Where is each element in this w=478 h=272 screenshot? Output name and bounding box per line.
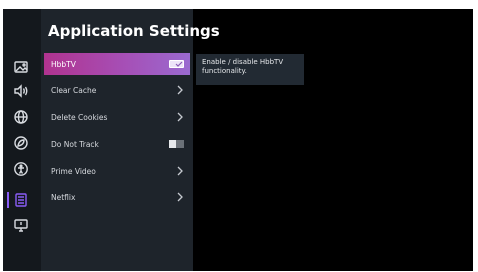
settings-panel: Application Settings HbbTV Clear Cache D… <box>41 9 220 271</box>
chevron-right-icon <box>177 166 183 176</box>
menu-item-label: Netflix <box>51 192 76 202</box>
menu-item-label: Delete Cookies <box>51 112 108 122</box>
menu-item-label: Prime Video <box>51 166 96 176</box>
menu-item-label: Do Not Track <box>51 139 99 149</box>
picture-icon[interactable] <box>12 58 30 76</box>
do-not-track-toggle[interactable] <box>169 140 184 148</box>
menu-item-prime-video[interactable]: Prime Video <box>44 160 190 182</box>
hbbtv-toggle[interactable] <box>169 60 184 68</box>
power-icon[interactable] <box>12 134 30 152</box>
sound-icon[interactable] <box>12 82 30 100</box>
check-icon <box>175 61 183 67</box>
menu-item-do-not-track[interactable]: Do Not Track <box>44 133 190 155</box>
network-icon[interactable] <box>12 108 30 126</box>
menu-item-hbbtv[interactable]: HbbTV <box>44 53 190 75</box>
menu-item-label: Clear Cache <box>51 85 97 95</box>
accessibility-icon[interactable] <box>12 160 30 178</box>
menu-item-delete-cookies[interactable]: Delete Cookies <box>44 106 190 128</box>
chevron-right-icon <box>177 112 183 122</box>
tv-screen: Application Settings HbbTV Clear Cache D… <box>3 9 473 271</box>
menu-item-clear-cache[interactable]: Clear Cache <box>44 79 190 101</box>
settings-category-rail <box>3 9 41 271</box>
page-title: Application Settings <box>48 22 220 40</box>
rail-selection-indicator <box>7 192 9 208</box>
system-icon[interactable] <box>12 216 30 234</box>
chevron-right-icon <box>177 192 183 202</box>
menu-item-label: HbbTV <box>51 59 76 69</box>
menu-item-netflix[interactable]: Netflix <box>44 186 190 208</box>
help-tooltip: Enable / disable HbbTV functionality. <box>196 54 304 85</box>
chevron-right-icon <box>177 85 183 95</box>
apps-icon[interactable] <box>12 191 30 209</box>
